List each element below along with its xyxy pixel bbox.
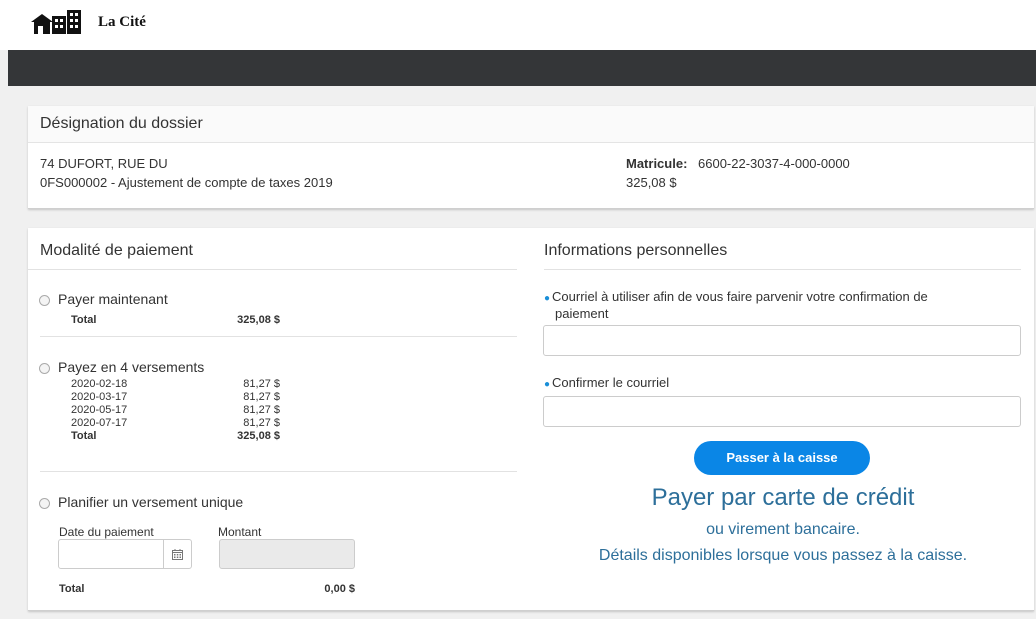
personal-info-title: Informations personnelles	[544, 242, 728, 259]
confirm-email-label: ● Confirmer le courriel	[544, 375, 669, 390]
bullet-icon: ●	[544, 293, 551, 304]
pay-now-total-value: 325,08 $	[237, 314, 280, 326]
dossier-address: 74 DUFORT, RUE DU	[40, 156, 168, 171]
pay-card-heading: Payer par carte de crédit	[651, 484, 915, 511]
dossier-panel: Désignation du dossier 74 DUFORT, RUE DU…	[28, 106, 1034, 209]
details-text: Détails disponibles lorsque vous passez …	[598, 547, 968, 564]
radio-single-payment[interactable]	[39, 498, 50, 509]
city-buildings-logo-icon[interactable]	[30, 6, 100, 36]
amount-input[interactable]	[219, 539, 355, 569]
logo-text[interactable]: La Cité	[98, 14, 146, 31]
dossier-amount: 325,08 $	[626, 175, 677, 190]
nav-bar	[8, 50, 1036, 86]
matricule-value: 6600-22-3037-4-000-0000	[698, 156, 850, 171]
site-header: La Cité	[0, 0, 1036, 50]
installments-total-label: Total	[71, 430, 97, 442]
email-label: ● Courriel à utiliser afin de vous faire …	[544, 289, 928, 304]
payment-title: Modalité de paiement	[40, 242, 193, 259]
email-label-text: Courriel à utiliser afin de vous faire p…	[552, 289, 928, 304]
bullet-icon: ●	[544, 379, 551, 390]
payment-date-input[interactable]	[58, 539, 164, 569]
dossier-description: 0FS000002 - Ajustement de compte de taxe…	[40, 175, 333, 190]
calendar-button[interactable]	[163, 539, 192, 569]
installment-date: 2020-02-18	[71, 378, 128, 390]
divider	[40, 336, 517, 337]
date-label: Date du paiement	[59, 525, 154, 539]
installment-amount: 81,27 $	[243, 391, 280, 403]
single-total-label: Total	[59, 583, 85, 595]
checkout-button[interactable]: Passer à la caisse	[694, 441, 870, 475]
email-label-line2: paiement	[555, 306, 609, 321]
divider	[544, 269, 1021, 270]
installment-date: 2020-03-17	[71, 391, 128, 403]
radio-installments[interactable]	[39, 363, 50, 374]
installment-amount: 81,27 $	[243, 417, 280, 429]
confirm-email-input[interactable]	[543, 396, 1021, 427]
dossier-title: Désignation du dossier	[40, 115, 203, 132]
divider	[28, 269, 517, 270]
installment-date: 2020-05-17	[71, 404, 128, 416]
installment-date: 2020-07-17	[71, 417, 128, 429]
radio-pay-now[interactable]	[39, 295, 50, 306]
installments-label[interactable]: Payez en 4 versements	[58, 359, 204, 375]
installments-total-value: 325,08 $	[237, 430, 280, 442]
confirm-email-label-text: Confirmer le courriel	[552, 375, 670, 390]
pay-now-label[interactable]: Payer maintenant	[58, 291, 168, 307]
bank-transfer-text: ou virement bancaire.	[706, 521, 860, 538]
amount-label: Montant	[218, 525, 262, 539]
matricule-label: Matricule:	[626, 156, 688, 171]
divider	[40, 471, 517, 472]
email-input[interactable]	[543, 325, 1021, 356]
pay-now-total-label: Total	[71, 314, 97, 326]
single-payment-label[interactable]: Planifier un versement unique	[58, 494, 243, 510]
installment-amount: 81,27 $	[243, 378, 280, 390]
installment-amount: 81,27 $	[243, 404, 280, 416]
calendar-icon	[172, 549, 183, 560]
dossier-panel-header: Désignation du dossier	[28, 106, 1034, 143]
single-total-value: 0,00 $	[324, 583, 355, 595]
